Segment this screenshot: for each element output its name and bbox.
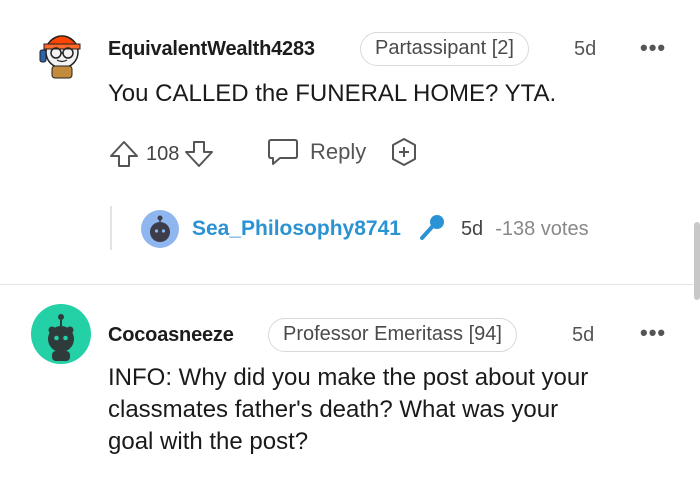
upvote-icon[interactable] [108, 138, 140, 170]
comment-divider [0, 284, 700, 285]
snoo-avatar-icon [31, 304, 91, 364]
collapsed-reply[interactable]: Sea_Philosophy8741 5d -138 votes [140, 208, 589, 250]
downvote-icon[interactable] [183, 138, 215, 170]
vote-controls: 108 [108, 134, 215, 174]
comment-time: 5d [574, 38, 597, 60]
reply-username[interactable]: Sea_Philosophy8741 [192, 217, 401, 241]
reply-button[interactable]: Reply [266, 136, 366, 168]
award-plus-icon [392, 138, 416, 166]
thread-line[interactable] [110, 206, 112, 250]
give-award-button[interactable] [388, 136, 420, 173]
comment-body-line: INFO: Why did you make the post about yo… [108, 364, 589, 391]
comment-body: INFO: Why did you make the post about yo… [108, 362, 588, 458]
snoo-avatar-icon [141, 210, 179, 248]
user-flair: Partassipant [2] [360, 32, 529, 66]
user-avatar[interactable] [32, 20, 92, 80]
comment-body-line: goal with the post? [108, 428, 309, 455]
comment-body-line: You CALLED the FUNERAL HOME? YTA. [108, 80, 557, 107]
comment-body-line: classmates father's death? What was your [108, 396, 559, 423]
snoo-avatar-icon [39, 35, 81, 79]
comment-username[interactable]: Cocoasneeze [108, 324, 234, 347]
comment-time: 5d [572, 324, 595, 346]
user-flair: Professor Emeritass [94] [268, 318, 517, 352]
microphone-icon [417, 212, 447, 247]
reply-votes: -138 votes [495, 217, 589, 240]
reply-label: Reply [310, 139, 367, 164]
more-options-icon[interactable]: ••• [640, 320, 666, 346]
comment-body: You CALLED the FUNERAL HOME? YTA. [108, 78, 556, 110]
scrollbar[interactable] [694, 222, 700, 300]
comment-equivalentwealth: EquivalentWealth4283 Partassipant [2] 5d… [0, 0, 700, 284]
vote-count: 108 [146, 142, 180, 165]
user-avatar[interactable] [30, 303, 91, 364]
comment-username[interactable]: EquivalentWealth4283 [108, 38, 315, 61]
reply-time: 5d [460, 217, 484, 240]
reply-bubble-icon [268, 139, 298, 165]
more-options-icon[interactable]: ••• [640, 35, 666, 61]
